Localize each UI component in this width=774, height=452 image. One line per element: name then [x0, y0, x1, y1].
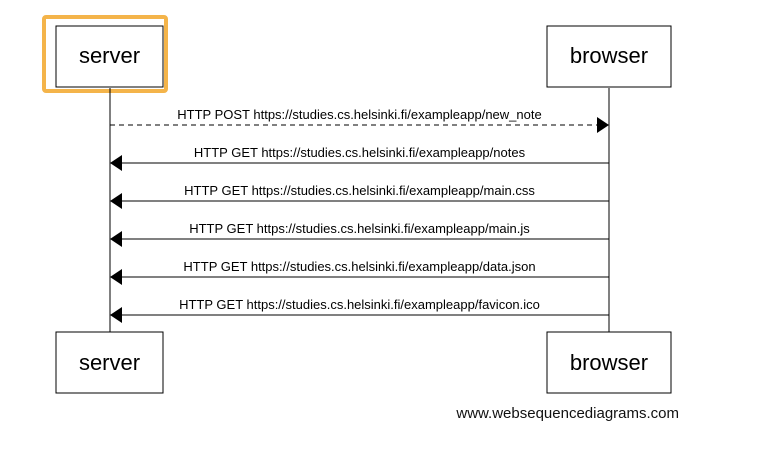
message-1[interactable]: HTTP POST https://studies.cs.helsinki.fi… [110, 107, 609, 133]
message-label: HTTP GET https://studies.cs.helsinki.fi/… [189, 221, 530, 236]
actor-server-top[interactable]: server [55, 25, 164, 88]
arrowhead-icon [110, 269, 122, 285]
actor-server-top-label: server [79, 43, 140, 68]
actor-browser-top[interactable]: browser [546, 25, 672, 88]
message-label: HTTP GET https://studies.cs.helsinki.fi/… [194, 145, 526, 160]
arrowhead-icon [110, 155, 122, 171]
message-4[interactable]: HTTP GET https://studies.cs.helsinki.fi/… [110, 221, 609, 247]
actor-browser-top-label: browser [570, 43, 648, 68]
message-label: HTTP GET https://studies.cs.helsinki.fi/… [184, 183, 535, 198]
actor-browser-bottom[interactable]: browser [546, 331, 672, 394]
message-label: HTTP GET https://studies.cs.helsinki.fi/… [183, 259, 535, 274]
arrowhead-icon [110, 231, 122, 247]
arrowhead-icon [597, 117, 609, 133]
actor-server-bottom-label: server [79, 350, 140, 375]
arrowhead-icon [110, 193, 122, 209]
actor-server-bottom[interactable]: server [55, 331, 164, 394]
arrowhead-icon [110, 307, 122, 323]
message-5[interactable]: HTTP GET https://studies.cs.helsinki.fi/… [110, 259, 609, 285]
message-label: HTTP GET https://studies.cs.helsinki.fi/… [179, 297, 540, 312]
footer-watermark[interactable]: www.websequencediagrams.com [456, 405, 679, 422]
message-2[interactable]: HTTP GET https://studies.cs.helsinki.fi/… [110, 145, 609, 171]
message-6[interactable]: HTTP GET https://studies.cs.helsinki.fi/… [110, 297, 609, 323]
actor-browser-bottom-label: browser [570, 350, 648, 375]
messages: HTTP POST https://studies.cs.helsinki.fi… [110, 107, 609, 323]
message-label: HTTP POST https://studies.cs.helsinki.fi… [177, 107, 541, 122]
message-3[interactable]: HTTP GET https://studies.cs.helsinki.fi/… [110, 183, 609, 209]
sequence-diagram: server browser HTTP POST https://studies… [42, 15, 672, 394]
